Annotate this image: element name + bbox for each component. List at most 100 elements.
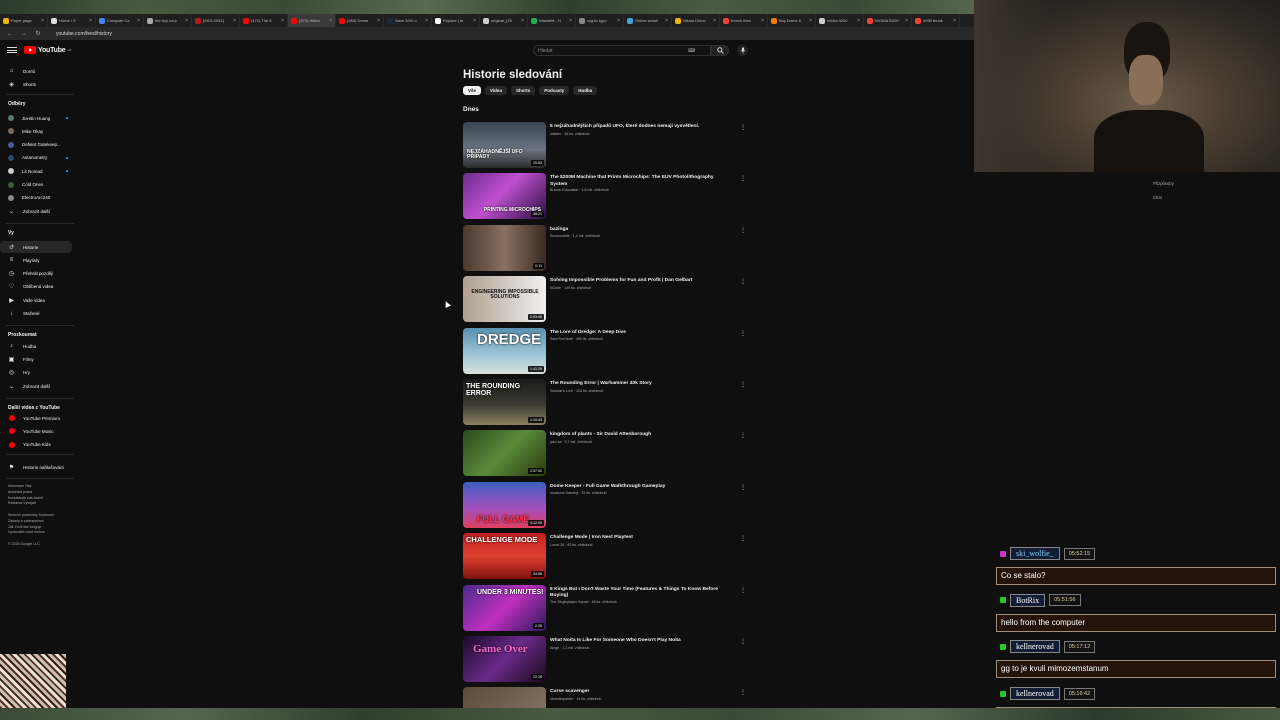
tab-close-icon[interactable]: ×: [809, 18, 812, 24]
filter-chip[interactable]: Videa: [485, 86, 507, 95]
footer-link[interactable]: Informace Tisk: [8, 484, 74, 489]
tab-close-icon[interactable]: ×: [761, 18, 764, 24]
sidebar-item-youtube-service[interactable]: YouTube Music: [0, 425, 72, 437]
video-thumbnail[interactable]: PRINTING MICROCHIPS 38:21: [463, 173, 546, 220]
video-history-item[interactable]: CHALLENGE MODE 34:56 Challenge Mode | Iron…: [463, 533, 747, 580]
tab-close-icon[interactable]: ×: [713, 18, 716, 24]
reload-icon[interactable]: ↻: [34, 30, 42, 37]
sidebar-item-music[interactable]: ♪ Hudba: [0, 340, 72, 352]
video-title[interactable]: 9 Kings But I Don't Waste Your Time (Fea…: [550, 587, 730, 600]
sidebar-item-youtube-service[interactable]: YouTube Kids: [0, 439, 72, 451]
sidebar-item-your-videos[interactable]: ▶ Vaše videa: [0, 294, 72, 306]
filter-chip[interactable]: Hudba: [573, 86, 598, 95]
tab-close-icon[interactable]: ×: [521, 18, 524, 24]
video-history-item[interactable]: 0:11 bazinga Snowmobile · 1,4 mil. zhlédnu…: [463, 224, 747, 272]
video-thumbnail[interactable]: Game Over 22:28: [463, 636, 546, 682]
back-icon[interactable]: ←: [6, 31, 14, 37]
video-title[interactable]: The Rounding Error | Warhammer 40k Story: [550, 381, 730, 387]
video-title[interactable]: Dome Keeper - Full Game Walkthrough Game…: [550, 484, 730, 490]
footer-link[interactable]: Vyzkoušet nové funkce: [8, 530, 74, 535]
video-history-item[interactable]: THE ROUNDING ERROR 1:10:43 The Rounding Er…: [463, 379, 747, 426]
youtube-logo[interactable]: YouTube CZ: [24, 46, 72, 54]
browser-tab[interactable]: Buy Dome K ×: [768, 14, 816, 27]
more-options-icon[interactable]: ⋮: [740, 330, 746, 337]
video-thumbnail[interactable]: ENGINEERING IMPOSSIBLE SOLUTIONS 2:03:45: [463, 276, 546, 323]
sidebar-item-history[interactable]: ↺ Historie: [0, 241, 72, 253]
tab-close-icon[interactable]: ×: [377, 18, 380, 24]
video-history-item[interactable]: NEJZÁHADNĚJŠÍ UFO PŘÍPADY 20:53 5 nejzáhad…: [463, 122, 747, 169]
browser-tab[interactable]: (370) Histor ×: [288, 14, 336, 27]
search-input[interactable]: [538, 47, 688, 54]
browser-tab[interactable]: NVIDIA B200 ×: [864, 14, 912, 27]
sidebar-item-gaming[interactable]: ◎ Hry: [0, 367, 72, 379]
more-options-icon[interactable]: ⋮: [740, 484, 746, 491]
filter-chip[interactable]: Shorts: [510, 86, 536, 95]
video-thumbnail[interactable]: CHALLENGE MODE 34:56: [463, 533, 546, 580]
tab-close-icon[interactable]: ×: [905, 18, 908, 24]
sidebar-item-subscription[interactable]: Mike Okay: [0, 125, 72, 137]
footer-link[interactable]: Reklama Vývojáři: [8, 501, 74, 506]
more-options-icon[interactable]: ⋮: [740, 124, 746, 131]
browser-tab[interactable]: Home / X ×: [48, 14, 96, 27]
browser-tab[interactable]: Paper page ×: [0, 14, 48, 27]
video-title[interactable]: 5 nejzáhadnějších případů UFO, které dod…: [550, 124, 730, 130]
footer-link[interactable]: Kontaktujte nás Autoři: [8, 496, 74, 501]
sidebar-item-youtube-service[interactable]: YouTube Premium: [0, 412, 72, 424]
sidebar-item-watch-later[interactable]: ◷ Přehrát později: [0, 268, 72, 280]
more-options-icon[interactable]: ⋮: [740, 535, 746, 542]
video-history-item[interactable]: PRINTING MICROCHIPS 38:21 The $200M Machin…: [463, 173, 747, 220]
sidebar-item-subscription[interactable]: Lit Nomad: [0, 165, 72, 177]
more-options-icon[interactable]: ⋮: [740, 689, 746, 696]
tab-close-icon[interactable]: ×: [89, 18, 92, 24]
more-options-icon[interactable]: ⋮: [740, 278, 746, 285]
menu-item-chat[interactable]: Chat: [1153, 195, 1162, 200]
footer-link[interactable]: Zásady a zabezpečení: [8, 519, 74, 524]
sidebar-item-subscription[interactable]: Defiant Gatekeep...: [0, 139, 72, 151]
more-options-icon[interactable]: ⋮: [740, 432, 746, 439]
sidebar-item-show-more[interactable]: ⌄ Zobrazit další: [0, 205, 72, 217]
browser-tab[interactable]: Wandelé - H ×: [528, 14, 576, 27]
more-options-icon[interactable]: ⋮: [740, 175, 746, 182]
chat-username[interactable]: ski_wolfie_: [1010, 547, 1060, 560]
filter-chip[interactable]: Vše: [463, 86, 482, 95]
sidebar-heading-subscriptions[interactable]: Odběry: [8, 101, 26, 107]
video-title[interactable]: Curse scavenger: [550, 689, 730, 695]
search-box[interactable]: ⌨: [533, 45, 711, 56]
sidebar-item-subscription[interactable]: Astanometry: [0, 152, 72, 164]
footer-link[interactable]: © 2025 Google LLC: [8, 542, 74, 547]
chat-username[interactable]: kellnerovad: [1010, 640, 1060, 654]
tab-close-icon[interactable]: ×: [665, 18, 668, 24]
video-title[interactable]: The $200M Machine that Prints Microchips…: [550, 175, 730, 188]
browser-tab[interactable]: Explore | Ar ×: [432, 14, 480, 27]
footer-link[interactable]: Smluvní podmínky Soukromí: [8, 513, 74, 518]
search-button[interactable]: [711, 45, 729, 56]
video-thumbnail[interactable]: 2:37:02: [463, 430, 546, 477]
video-title[interactable]: The Lore of Dredge: A Deep Dive: [550, 330, 730, 336]
browser-tab[interactable]: nvidia h200 ×: [816, 14, 864, 27]
hamburger-icon[interactable]: [7, 45, 17, 55]
video-history-item[interactable]: FULL GAME 4:12:05 Dome Keeper - Full Game …: [463, 481, 747, 529]
browser-tab[interactable]: french fries ×: [720, 14, 768, 27]
tab-close-icon[interactable]: ×: [617, 18, 620, 24]
tab-close-icon[interactable]: ×: [329, 18, 332, 24]
video-history-item[interactable]: ENGINEERING IMPOSSIBLE SOLUTIONS 2:03:45 S…: [463, 276, 747, 323]
tab-close-icon[interactable]: ×: [185, 18, 188, 24]
sidebar-item-report-history[interactable]: ⚑ Historie nahlašování: [0, 461, 72, 473]
video-history-item[interactable]: UNDER 3 MINUTES! 2:35 9 Kings But I Don't …: [463, 584, 747, 632]
tab-close-icon[interactable]: ×: [953, 18, 956, 24]
keyboard-icon[interactable]: ⌨: [688, 48, 695, 54]
sidebar-item-like[interactable]: ♡ Oblíbená videa: [0, 281, 72, 293]
tab-close-icon[interactable]: ×: [41, 18, 44, 24]
video-thumbnail[interactable]: DREDGE 1:41:29: [463, 327, 546, 374]
tab-close-icon[interactable]: ×: [857, 18, 860, 24]
tab-close-icon[interactable]: ×: [569, 18, 572, 24]
video-history-item[interactable]: 2:37:02 kingdom of plants - Sir David Att…: [463, 430, 747, 477]
sidebar-item-subscription[interactable]: ElectroArc240: [0, 192, 72, 204]
video-thumbnail[interactable]: THE ROUNDING ERROR 1:10:43: [463, 379, 546, 425]
sidebar-item-playlist[interactable]: ≡ Playlisty: [0, 254, 72, 266]
browser-tab[interactable]: Nikola Drkov ×: [672, 14, 720, 27]
tab-close-icon[interactable]: ×: [425, 18, 428, 24]
chat-username[interactable]: kellnerovad: [1010, 687, 1060, 701]
mic-button[interactable]: [737, 45, 748, 56]
browser-tab[interactable]: Save 20% o ×: [384, 14, 432, 27]
